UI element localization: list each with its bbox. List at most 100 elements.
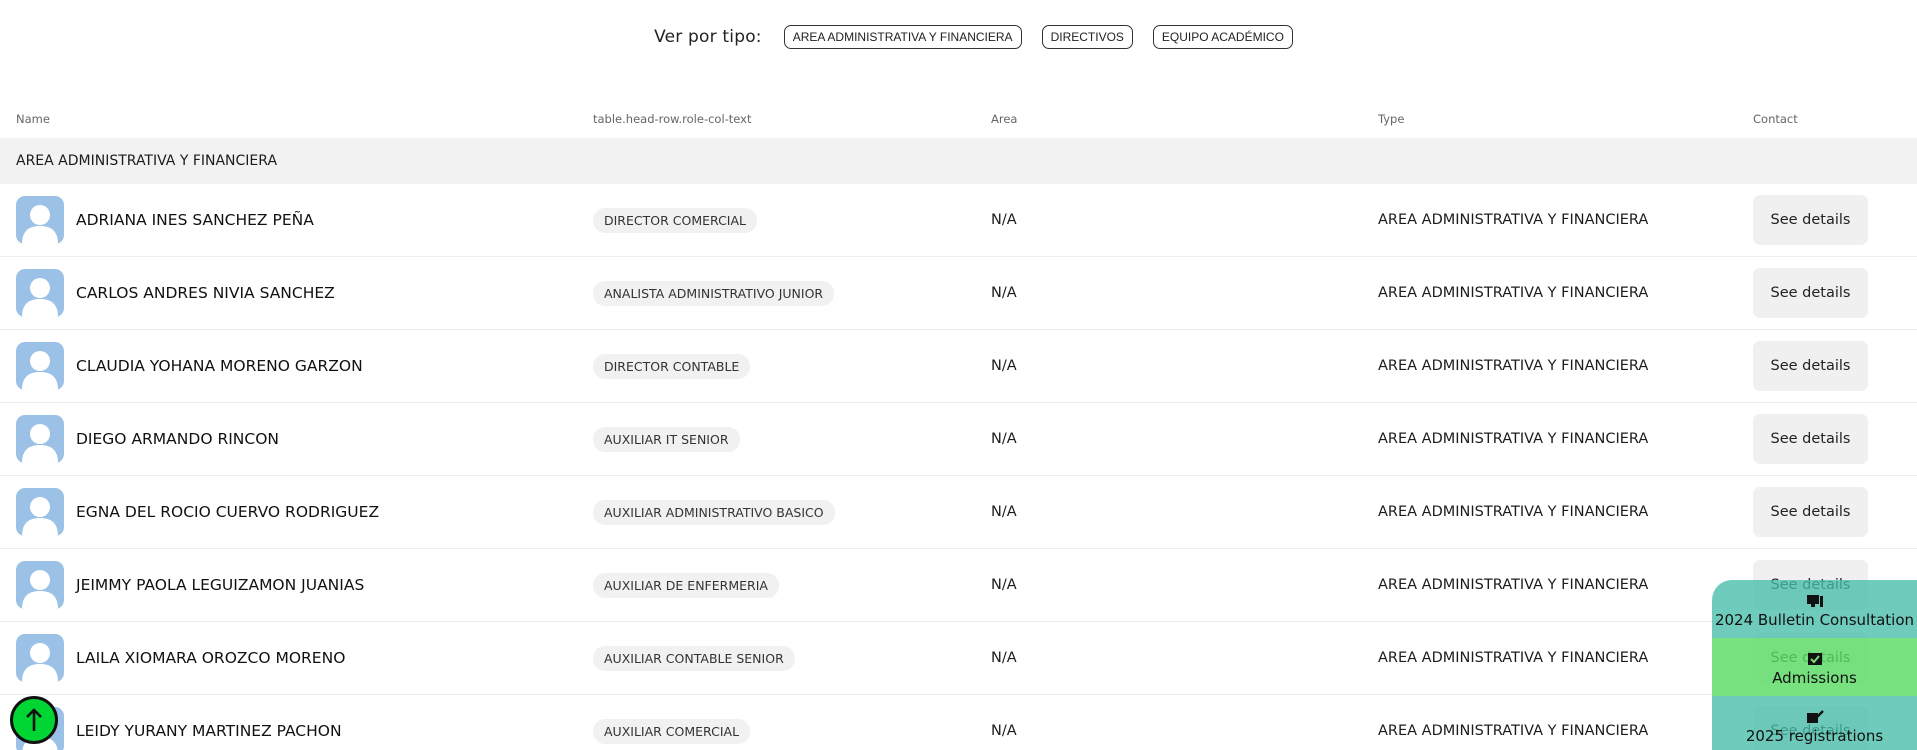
role-cell: AUXILIAR IT SENIOR	[593, 403, 740, 475]
contact-cell: See details	[1753, 330, 1868, 402]
arrow-up-icon	[26, 708, 42, 731]
avatar	[16, 342, 64, 390]
table-row: EGNA DEL ROCIO CUERVO RODRIGUEZ AUXILIAR…	[0, 476, 1917, 549]
avatar	[16, 269, 64, 317]
area-cell: N/A	[991, 577, 1017, 593]
user-icon	[22, 424, 58, 463]
user-icon	[22, 205, 58, 244]
table-row: LEIDY YURANY MARTINEZ PACHON AUXILIAR CO…	[0, 695, 1917, 750]
role-badge: DIRECTOR COMERCIAL	[593, 207, 757, 233]
user-icon	[22, 643, 58, 682]
quick-link-label: Admissions	[1772, 669, 1857, 687]
type-cell: AREA ADMINISTRATIVA Y FINANCIERA	[1378, 504, 1649, 520]
role-cell: AUXILIAR DE ENFERMERIA	[593, 549, 779, 621]
person-name: EGNA DEL ROCIO CUERVO RODRIGUEZ	[76, 503, 380, 521]
role-cell: ANALISTA ADMINISTRATIVO JUNIOR	[593, 257, 835, 329]
area-cell: N/A	[991, 650, 1017, 666]
filter-chip-academico[interactable]: EQUIPO ACADÉMICO	[1152, 25, 1293, 49]
name-cell: LAILA XIOMARA OROZCO MORENO	[16, 622, 345, 694]
role-badge: AUXILIAR CONTABLE SENIOR	[593, 645, 795, 671]
role-badge: ANALISTA ADMINISTRATIVO JUNIOR	[593, 280, 835, 306]
table-row: CARLOS ANDRES NIVIA SANCHEZ ANALISTA ADM…	[0, 257, 1917, 330]
filter-chip-directivos[interactable]: DIRECTIVOS	[1041, 25, 1133, 49]
avatar	[16, 488, 64, 536]
type-cell: AREA ADMINISTRATIVA Y FINANCIERA	[1378, 723, 1649, 739]
quick-link-label: 2025 registrations	[1745, 727, 1884, 745]
type-cell: AREA ADMINISTRATIVA Y FINANCIERA	[1378, 431, 1649, 447]
contact-cell: See details	[1753, 257, 1868, 329]
role-cell: AUXILIAR ADMINISTRATIVO BASICO	[593, 476, 835, 548]
header-name: Name	[16, 112, 50, 126]
scroll-top-button[interactable]	[10, 696, 58, 744]
person-name: DIEGO ARMANDO RINCON	[76, 430, 279, 448]
filter-label: Ver por tipo:	[654, 27, 762, 47]
role-cell: AUXILIAR COMERCIAL	[593, 695, 751, 750]
contact-cell: See details	[1753, 184, 1868, 256]
type-cell: AREA ADMINISTRATIVA Y FINANCIERA	[1378, 577, 1649, 593]
area-cell: N/A	[991, 285, 1017, 301]
person-name: LAILA XIOMARA OROZCO MORENO	[76, 649, 346, 667]
role-badge: AUXILIAR IT SENIOR	[593, 426, 740, 452]
avatar	[16, 196, 64, 244]
contact-cell: See details	[1753, 476, 1868, 548]
area-cell: N/A	[991, 504, 1017, 520]
table-body: ADRIANA INES SANCHEZ PEÑA DIRECTOR COMER…	[0, 184, 1917, 750]
role-cell: DIRECTOR CONTABLE	[593, 330, 751, 402]
name-cell: EGNA DEL ROCIO CUERVO RODRIGUEZ	[16, 476, 379, 548]
person-name: ADRIANA INES SANCHEZ PEÑA	[76, 211, 314, 229]
area-cell: N/A	[991, 431, 1017, 447]
area-cell: N/A	[991, 212, 1017, 228]
see-details-button[interactable]: See details	[1753, 341, 1868, 391]
admissions-link[interactable]: Admissions	[1712, 638, 1917, 696]
name-cell: LEIDY YURANY MARTINEZ PACHON	[16, 695, 342, 750]
signature-icon	[1806, 710, 1824, 723]
table-row: LAILA XIOMARA OROZCO MORENO AUXILIAR CON…	[0, 622, 1917, 695]
avatar	[16, 415, 64, 463]
person-name: CARLOS ANDRES NIVIA SANCHEZ	[76, 284, 335, 302]
see-details-button[interactable]: See details	[1753, 414, 1868, 464]
staff-table: Name table.head-row.role-col-text Area T…	[0, 104, 1917, 750]
table-row: ADRIANA INES SANCHEZ PEÑA DIRECTOR COMER…	[0, 184, 1917, 257]
checkbox-icon	[1807, 653, 1822, 665]
area-cell: N/A	[991, 723, 1017, 739]
role-badge: AUXILIAR DE ENFERMERIA	[593, 572, 779, 598]
table-row: CLAUDIA YOHANA MORENO GARZON DIRECTOR CO…	[0, 330, 1917, 403]
role-badge: DIRECTOR CONTABLE	[593, 353, 751, 379]
user-icon	[22, 497, 58, 536]
header-role: table.head-row.role-col-text	[593, 112, 752, 126]
see-details-button[interactable]: See details	[1753, 195, 1868, 245]
filter-bar: Ver por tipo: AREA ADMINISTRATIVA Y FINA…	[0, 25, 1917, 49]
role-badge: AUXILIAR COMERCIAL	[593, 718, 751, 744]
type-cell: AREA ADMINISTRATIVA Y FINANCIERA	[1378, 285, 1649, 301]
table-row: DIEGO ARMANDO RINCON AUXILIAR IT SENIOR …	[0, 403, 1917, 476]
person-name: LEIDY YURANY MARTINEZ PACHON	[76, 722, 342, 740]
type-cell: AREA ADMINISTRATIVA Y FINANCIERA	[1378, 650, 1649, 666]
quick-links-panel: 2024 Bulletin Consultation Admissions 20…	[1712, 580, 1917, 750]
role-badge: AUXILIAR ADMINISTRATIVO BASICO	[593, 499, 835, 525]
table-row: JEIMMY PAOLA LEGUIZAMON JUANIAS AUXILIAR…	[0, 549, 1917, 622]
header-type: Type	[1378, 112, 1405, 126]
name-cell: CLAUDIA YOHANA MORENO GARZON	[16, 330, 363, 402]
group-row: AREA ADMINISTRATIVA Y FINANCIERA	[0, 138, 1917, 184]
header-contact: Contact	[1753, 112, 1798, 126]
name-cell: CARLOS ANDRES NIVIA SANCHEZ	[16, 257, 335, 329]
area-cell: N/A	[991, 358, 1017, 374]
name-cell: JEIMMY PAOLA LEGUIZAMON JUANIAS	[16, 549, 364, 621]
type-cell: AREA ADMINISTRATIVA Y FINANCIERA	[1378, 358, 1649, 374]
role-cell: AUXILIAR CONTABLE SENIOR	[593, 622, 795, 694]
quick-link-label: 2024 Bulletin Consultation	[1714, 611, 1915, 629]
user-icon	[22, 570, 58, 609]
computer-icon	[1806, 595, 1823, 607]
registrations-link[interactable]: 2025 registrations	[1712, 696, 1917, 750]
see-details-button[interactable]: See details	[1753, 268, 1868, 318]
avatar	[16, 634, 64, 682]
contact-cell: See details	[1753, 403, 1868, 475]
bulletin-consultation-link[interactable]: 2024 Bulletin Consultation	[1712, 580, 1917, 638]
name-cell: DIEGO ARMANDO RINCON	[16, 403, 279, 475]
person-name: CLAUDIA YOHANA MORENO GARZON	[76, 357, 363, 375]
role-cell: DIRECTOR COMERCIAL	[593, 184, 757, 256]
filter-chip-administrativa[interactable]: AREA ADMINISTRATIVA Y FINANCIERA	[783, 25, 1022, 49]
person-name: JEIMMY PAOLA LEGUIZAMON JUANIAS	[76, 576, 365, 594]
see-details-button[interactable]: See details	[1753, 487, 1868, 537]
header-area: Area	[991, 112, 1018, 126]
